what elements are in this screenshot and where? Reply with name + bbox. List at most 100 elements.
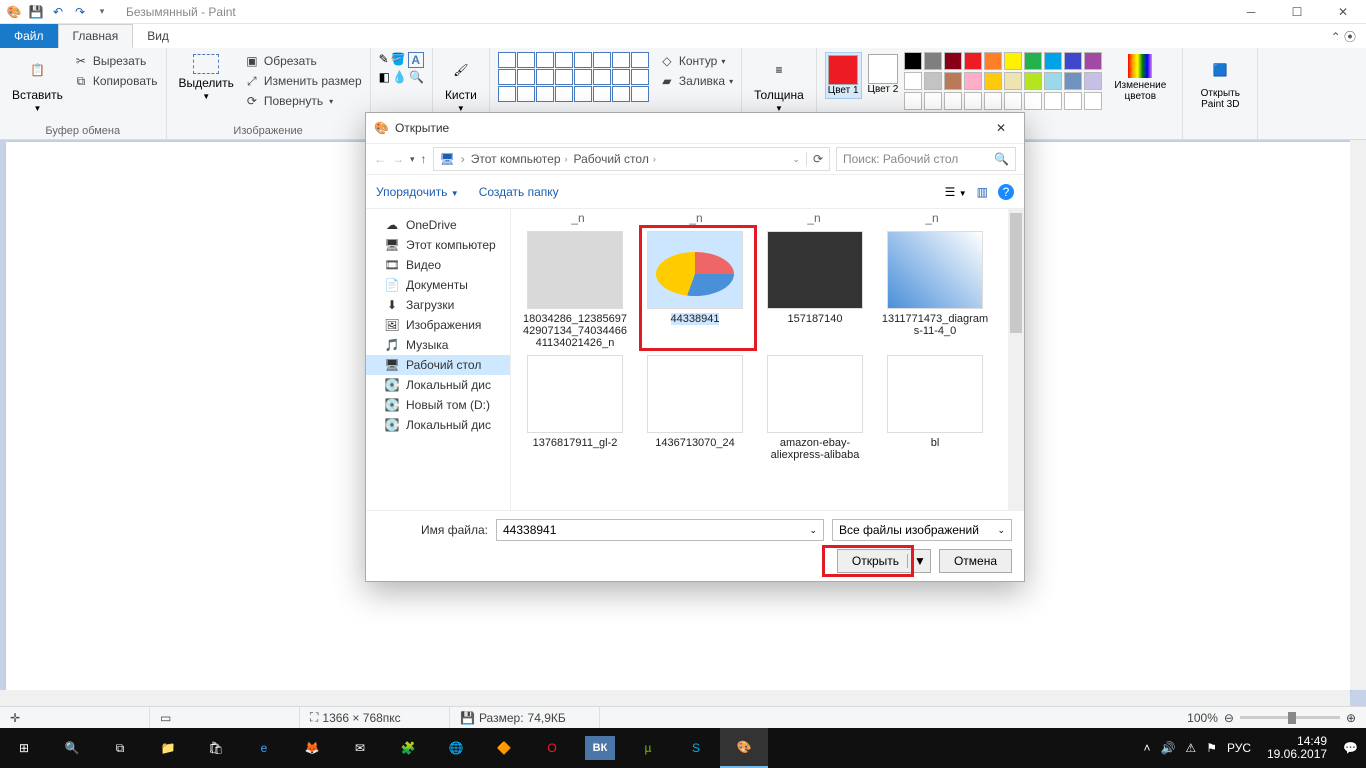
color-palette[interactable]	[904, 52, 1102, 110]
resize-button[interactable]: ⤢Изменить размер	[244, 72, 362, 90]
file-item[interactable]: 157187140	[759, 231, 871, 349]
crop-button[interactable]: ▣Обрезать	[244, 52, 362, 70]
rotate-button[interactable]: ⟳Повернуть▾	[244, 92, 362, 110]
outline-button[interactable]: ◇Контур▾	[659, 52, 733, 70]
brushes-button[interactable]: 🖌 Кисти ▼	[441, 52, 481, 115]
color-swatch[interactable]	[1004, 52, 1022, 70]
color-swatch-empty[interactable]	[944, 92, 962, 110]
nav-back-icon[interactable]: ←	[374, 152, 386, 166]
undo-icon[interactable]: ↶	[50, 4, 66, 20]
tree-item[interactable]: 📄Документы	[366, 275, 510, 295]
dialog-close-button[interactable]: ✕	[986, 121, 1016, 135]
edge-icon[interactable]: e	[240, 728, 288, 768]
color1-button[interactable]: Цвет 1	[825, 52, 862, 99]
color2-button[interactable]: Цвет 2	[866, 52, 901, 97]
color-swatch[interactable]	[1044, 52, 1062, 70]
task-view-icon[interactable]: ⧉	[96, 728, 144, 768]
search-icon[interactable]: 🔍	[48, 728, 96, 768]
mail-icon[interactable]: ✉	[336, 728, 384, 768]
color-swatch-empty[interactable]	[1024, 92, 1042, 110]
clock[interactable]: 14:49 19.06.2017	[1261, 735, 1333, 761]
app-icon-2[interactable]: 🔶	[480, 728, 528, 768]
firefox-icon[interactable]: 🦊	[288, 728, 336, 768]
flag-icon[interactable]: ⚑	[1206, 741, 1217, 755]
breadcrumb[interactable]: 🖥 › Этот компьютер› Рабочий стол› ⌄ ⟳	[433, 147, 830, 171]
color-swatch[interactable]	[1024, 72, 1042, 90]
filetype-filter[interactable]: Все файлы изображений⌄	[832, 519, 1012, 541]
tree-item[interactable]: 🖼Изображения	[366, 315, 510, 335]
color-swatch[interactable]	[1044, 72, 1062, 90]
horizontal-scrollbar[interactable]	[0, 690, 1350, 706]
vk-icon[interactable]: ВК	[585, 736, 615, 760]
chrome-icon[interactable]: 🌐	[432, 728, 480, 768]
color-swatch[interactable]	[924, 72, 942, 90]
color-swatch-empty[interactable]	[964, 92, 982, 110]
file-item[interactable]: bl	[879, 355, 991, 461]
color-swatch[interactable]	[984, 72, 1002, 90]
home-tab[interactable]: Главная	[58, 24, 134, 48]
file-item[interactable]: 18034286_1238569742907134_74034466411340…	[519, 231, 631, 349]
copy-button[interactable]: ⧉Копировать	[73, 72, 158, 90]
breadcrumb-dropdown-icon[interactable]: ⌄	[792, 154, 800, 165]
tree-item[interactable]: 🎵Музыка	[366, 335, 510, 355]
file-item[interactable]: 1311771473_diagrams-11-4_0	[879, 231, 991, 349]
file-item[interactable]: 1436713070_24	[639, 355, 751, 461]
color-swatch[interactable]	[984, 52, 1002, 70]
open-paint3d-button[interactable]: 🟦 Открыть Paint 3D	[1191, 52, 1249, 112]
preview-pane-button[interactable]: ▥	[977, 185, 988, 199]
filename-input[interactable]: 44338941⌄	[496, 519, 824, 541]
store-icon[interactable]: 🛍	[192, 728, 240, 768]
close-button[interactable]: ✕	[1320, 0, 1366, 24]
tree-item[interactable]: 💽Новый том (D:)	[366, 395, 510, 415]
color-swatch[interactable]	[904, 72, 922, 90]
nav-forward-icon[interactable]: →	[392, 152, 404, 166]
color-swatch[interactable]	[924, 52, 942, 70]
volume-icon[interactable]: 🔊	[1160, 741, 1175, 755]
redo-icon[interactable]: ↷	[72, 4, 88, 20]
color-swatch[interactable]	[1064, 72, 1082, 90]
color-swatch[interactable]	[964, 72, 982, 90]
nav-history-icon[interactable]: ▾	[410, 154, 415, 165]
new-folder-button[interactable]: Создать папку	[479, 185, 559, 199]
pencil-icon[interactable]: ✎	[379, 52, 389, 68]
view-tab[interactable]: Вид	[133, 24, 183, 48]
search-input[interactable]: Поиск: Рабочий стол 🔍	[836, 147, 1016, 171]
color-swatch-empty[interactable]	[904, 92, 922, 110]
select-button[interactable]: Выделить ▼	[175, 52, 238, 103]
color-swatch[interactable]	[904, 52, 922, 70]
save-icon[interactable]: 💾	[28, 4, 44, 20]
help-icon[interactable]: ?	[998, 184, 1014, 200]
cut-button[interactable]: ✂Вырезать	[73, 52, 158, 70]
start-button[interactable]: ⊞	[0, 728, 48, 768]
tree-item[interactable]: ☁OneDrive	[366, 215, 510, 235]
zoom-out-button[interactable]: ⊖	[1224, 711, 1234, 725]
cancel-button[interactable]: Отмена	[939, 549, 1012, 573]
file-tab[interactable]: Файл	[0, 24, 58, 48]
shapes-gallery[interactable]	[498, 52, 649, 102]
zoom-slider[interactable]	[1240, 716, 1340, 719]
explorer-icon[interactable]: 📁	[144, 728, 192, 768]
tree-item[interactable]: 🖥Этот компьютер	[366, 235, 510, 255]
color-swatch[interactable]	[1064, 52, 1082, 70]
language-indicator[interactable]: РУС	[1227, 741, 1251, 755]
minimize-button[interactable]: ─	[1228, 0, 1274, 24]
zoom-icon[interactable]: 🔍	[409, 70, 424, 84]
torrent-icon[interactable]: µ	[624, 728, 672, 768]
collapse-ribbon-icon[interactable]: ⌃ ⦿	[1321, 24, 1366, 48]
tray-chevron-icon[interactable]: ˄	[1143, 741, 1150, 755]
edit-colors-button[interactable]: Изменение цветов	[1106, 52, 1174, 104]
view-mode-button[interactable]: ☰ ▼	[945, 185, 967, 199]
paint-taskbar-icon[interactable]: 🎨	[720, 728, 768, 768]
color-swatch[interactable]	[964, 52, 982, 70]
color-swatch-empty[interactable]	[924, 92, 942, 110]
thickness-button[interactable]: ≡ Толщина ▼	[750, 52, 808, 115]
tree-item[interactable]: ⬇Загрузки	[366, 295, 510, 315]
color-swatch-empty[interactable]	[1064, 92, 1082, 110]
tree-item[interactable]: 🎞Видео	[366, 255, 510, 275]
tree-item[interactable]: 💽Локальный дис	[366, 415, 510, 435]
file-item[interactable]: 1376817911_gl-2	[519, 355, 631, 461]
text-icon[interactable]: A	[408, 52, 424, 68]
color-swatch[interactable]	[944, 52, 962, 70]
app-icon-1[interactable]: 🧩	[384, 728, 432, 768]
files-scrollbar[interactable]	[1008, 209, 1024, 510]
